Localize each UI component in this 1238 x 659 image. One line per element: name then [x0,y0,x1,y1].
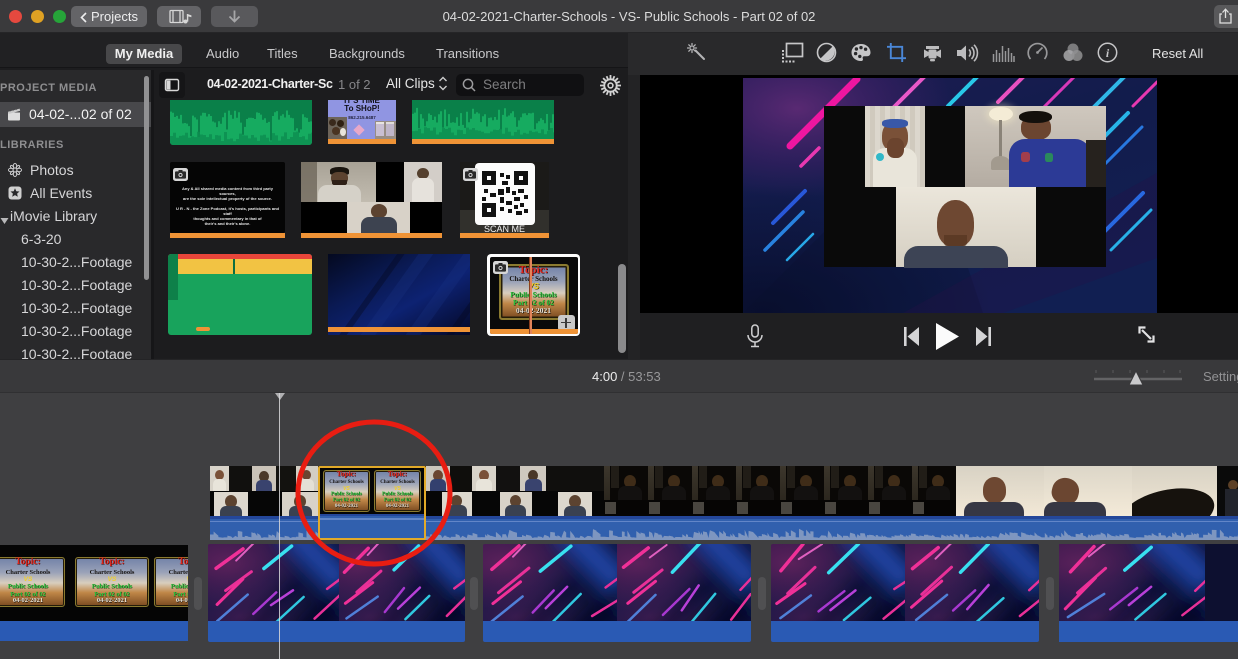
svg-text:i: i [1106,46,1110,60]
